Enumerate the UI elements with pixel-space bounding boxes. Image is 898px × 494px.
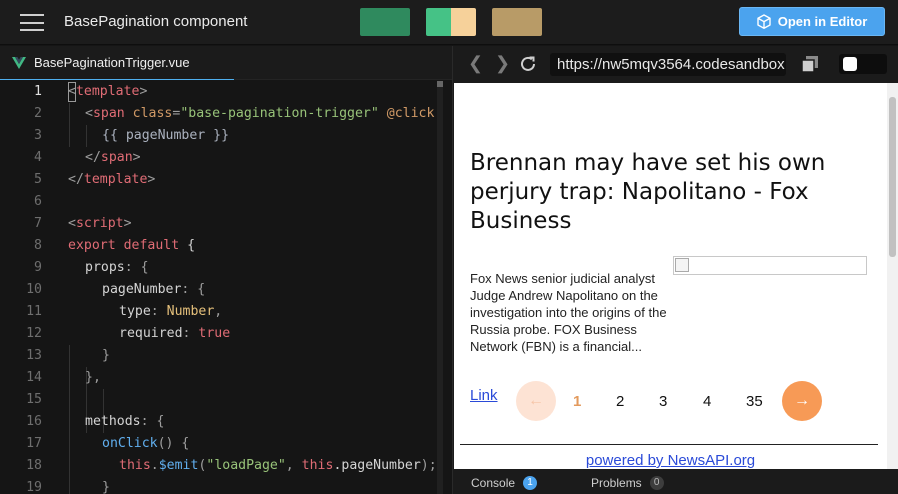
editor-tab-bar: BasePaginationTrigger.vue: [0, 46, 452, 80]
code-line: 12 required: true: [26, 326, 231, 341]
code-line: 2 <span class="base-pagination-trigger" @…: [34, 106, 435, 121]
code-line: 7 <script>: [34, 216, 132, 231]
code-line: 4 </span>: [34, 150, 141, 165]
copy-icon[interactable]: [800, 55, 820, 73]
forward-icon[interactable]: ❯: [495, 54, 510, 72]
code-area[interactable]: 1 <template> 2 <span class="base-paginatio…: [0, 81, 452, 494]
code-line: 15: [26, 392, 42, 407]
code-line: 14},: [26, 370, 101, 385]
address-bar[interactable]: https://nw5mqv3564.codesandbox.io/: [550, 53, 786, 76]
code-line: 8 export default {: [34, 238, 196, 253]
console-label: Console: [471, 476, 516, 490]
top-bar: BasePagination component Open in Editor: [0, 0, 898, 45]
tab-console[interactable]: Console 1: [471, 476, 538, 490]
problems-count-badge: 0: [649, 476, 664, 490]
code-line: 3{{ pageNumber }}: [34, 128, 230, 143]
code-line: 10 pageNumber: {: [26, 282, 206, 297]
pagination-page-35[interactable]: 35: [746, 393, 763, 410]
problems-label: Problems: [591, 476, 642, 490]
broken-image-icon: [675, 258, 689, 272]
console-count-badge: 1: [523, 476, 538, 490]
article-image: [673, 256, 867, 275]
back-icon[interactable]: ❮: [468, 54, 483, 72]
browser-navbar: ❮ ❯ https://nw5mqv3564.codesandbox.io/: [453, 46, 898, 82]
pagination-prev-button[interactable]: ←: [516, 381, 556, 421]
theme-swatch-tan[interactable]: [492, 8, 542, 36]
devtools-bar: Console 1 Problems 0: [453, 471, 898, 494]
code-line: 17 onClick() {: [26, 436, 190, 451]
tab-file-basepaginationtrigger[interactable]: BasePaginationTrigger.vue: [0, 46, 234, 80]
pagination-page-4[interactable]: 4: [703, 393, 711, 410]
pagination-page-3[interactable]: 3: [659, 393, 667, 410]
theme-swatch-green[interactable]: [360, 8, 410, 36]
theme-swatch-mint-peach[interactable]: [426, 8, 476, 36]
preview-scrollbar[interactable]: [887, 83, 898, 469]
refresh-icon[interactable]: [519, 55, 537, 73]
article-description: Fox News senior judicial analyst Judge A…: [470, 271, 667, 354]
code-line: 6: [34, 194, 42, 209]
preview-toggle[interactable]: [839, 54, 887, 74]
open-in-editor-label: Open in Editor: [777, 14, 868, 29]
code-editor: BasePaginationTrigger.vue 1 <template> 2 <…: [0, 46, 452, 494]
code-line: 9 props: {: [34, 260, 149, 275]
code-line: 16 methods: {: [26, 414, 165, 429]
open-in-editor-button[interactable]: Open in Editor: [739, 7, 885, 36]
divider: [460, 444, 878, 445]
code-line: 13}: [26, 348, 110, 363]
menu-icon[interactable]: [20, 14, 44, 31]
code-line: 11 type: Number,: [26, 304, 223, 319]
project-title: BasePagination component: [64, 13, 248, 30]
code-line: 1 <template>: [34, 84, 148, 99]
pagination-next-button[interactable]: →: [782, 381, 822, 421]
tab-problems[interactable]: Problems 0: [591, 476, 664, 490]
powered-by-link[interactable]: powered by NewsAPI.org: [454, 452, 887, 469]
preview-browser: ❮ ❯ https://nw5mqv3564.codesandbox.io/ B…: [452, 46, 898, 494]
codesandbox-cube-icon: [757, 14, 771, 29]
article-link[interactable]: Link: [470, 387, 498, 404]
pagination-page-2[interactable]: 2: [616, 393, 624, 410]
pagination-page-1[interactable]: 1: [573, 393, 581, 410]
preview-viewport: Brennan may have set his own perjury tra…: [454, 83, 887, 469]
code-line: 5 </template>: [34, 172, 156, 187]
code-line: 19}: [26, 480, 110, 494]
article-title: Brennan may have set his own perjury tra…: [470, 150, 826, 234]
vue-icon: [12, 56, 26, 69]
editor-scrollbar[interactable]: [437, 81, 443, 494]
code-line: 18 this.$emit("loadPage", this.pageNumber…: [26, 458, 437, 473]
file-tab-label: BasePaginationTrigger.vue: [34, 55, 190, 70]
